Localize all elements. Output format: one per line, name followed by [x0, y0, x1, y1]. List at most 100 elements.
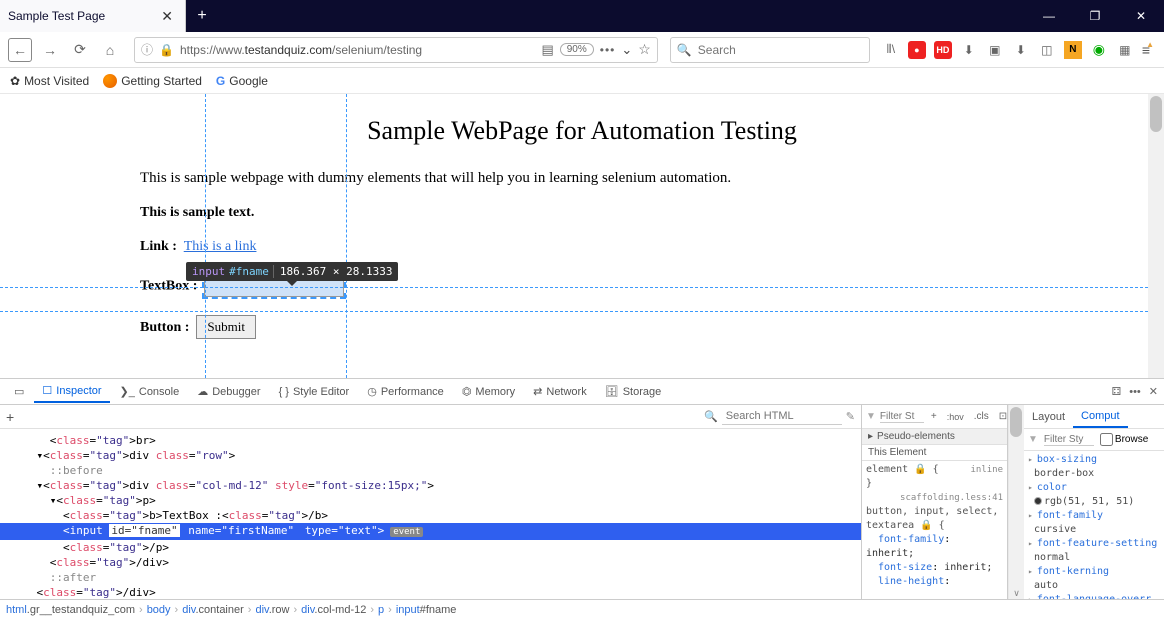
tab-inspector[interactable]: ☐Inspector	[34, 380, 109, 403]
pocket-icon[interactable]: ⌄	[621, 42, 632, 58]
computed-filter-input[interactable]	[1044, 434, 1094, 446]
devtools-more-icon[interactable]: •••	[1129, 386, 1141, 398]
filter-icon: ▼	[1028, 434, 1038, 445]
html-search-input[interactable]	[722, 408, 842, 425]
devtools-close-icon[interactable]: ✕	[1149, 385, 1158, 398]
browser-nav-bar: ← → ⟳ ⌂ ⓘ 🔒 https://www.testandquiz.com/…	[0, 32, 1164, 68]
lock-icon: 🔒	[159, 43, 174, 57]
dashboard-icon[interactable]: ▦	[1116, 41, 1134, 59]
tab-network[interactable]: ⇄Network	[525, 381, 595, 402]
scroll-down-icon[interactable]: ∨	[1009, 588, 1024, 599]
window-controls: — ❐ ✕	[1026, 0, 1164, 32]
bookmark-most-visited[interactable]: ✿ Most Visited	[10, 74, 89, 88]
styles-thumb[interactable]	[1010, 407, 1022, 437]
computed-tab-bar: Layout Comput	[1024, 405, 1164, 429]
inspector-tooltip: input#fname 186.367 × 28.1333	[186, 262, 398, 281]
guide-top	[0, 287, 1148, 288]
page-lead: This is sample webpage with dummy elemen…	[140, 170, 1024, 187]
styles-scrollbar[interactable]: ∧ ∨	[1008, 405, 1024, 599]
html-toolbar: + 🔍 ✎	[0, 405, 861, 429]
devtools-body: + 🔍 ✎ <class="tag">br> ▾<class="tag">div…	[0, 405, 1164, 599]
new-tab-button[interactable]: +	[186, 0, 218, 32]
google-icon: G	[216, 74, 225, 88]
save-page-icon[interactable]: ▣	[986, 41, 1004, 59]
tab-computed[interactable]: Comput	[1073, 406, 1128, 428]
devtools-dock-icon[interactable]: ⚃	[1112, 385, 1122, 398]
dom-breadcrumb[interactable]: html.gr__testandquiz_com›body›div.contai…	[0, 599, 1164, 619]
pseudo-elements-header[interactable]: ▸Pseudo-elements	[862, 429, 1007, 444]
guide-bottom	[0, 311, 1148, 312]
guide-left	[205, 94, 206, 378]
search-input[interactable]	[698, 43, 863, 57]
link-line: Link : This is a link	[140, 239, 1024, 255]
home-button[interactable]: ⌂	[98, 38, 122, 62]
iframe-selector-icon[interactable]: ▭	[6, 381, 32, 402]
sample-link[interactable]: This is a link	[184, 239, 257, 254]
content-scrollbar[interactable]	[1148, 94, 1164, 378]
scrollbar-thumb[interactable]	[1150, 96, 1162, 132]
hov-button[interactable]: :hov	[944, 412, 967, 422]
sample-page: Sample WebPage for Automation Testing Th…	[0, 94, 1164, 367]
bookmark-getting-started[interactable]: Getting Started	[103, 74, 202, 88]
edit-html-icon[interactable]: ✎	[846, 410, 855, 423]
url-text: https://www.testandquiz.com/selenium/tes…	[180, 43, 535, 57]
toolbar-icons: ⦀\ ● HD ⬇ ▣ ⬇ ◫ N ◉ ▦ ≡▲	[876, 41, 1156, 59]
guide-right	[346, 94, 347, 378]
info-icon[interactable]: ⓘ	[141, 41, 153, 58]
styles-panel: ▼ + :hov .cls ⊡ ▸Pseudo-elements This El…	[862, 405, 1008, 599]
sample-text-line: This is sample text.	[140, 205, 1024, 221]
tab-storage[interactable]: 🗄Storage	[597, 381, 670, 402]
html-panel: + 🔍 ✎ <class="tag">br> ▾<class="tag">div…	[0, 405, 862, 599]
computed-props[interactable]: ▸box-sizingborder-box▸colorrgb(51, 51, 5…	[1024, 451, 1164, 599]
zoom-badge[interactable]: 90%	[560, 43, 594, 56]
close-window-button[interactable]: ✕	[1118, 0, 1164, 32]
computed-toolbar: ▼ Browse	[1024, 429, 1164, 451]
forward-button[interactable]: →	[38, 38, 62, 62]
page-actions-icon[interactable]: •••	[600, 43, 616, 57]
back-button[interactable]: ←	[8, 38, 32, 62]
computed-panel: Layout Comput ▼ Browse ▸box-sizingborder…	[1024, 405, 1164, 599]
reader-view-icon[interactable]: ▤	[541, 42, 553, 58]
download-2-icon[interactable]: ⬇	[1012, 41, 1030, 59]
menu-icon[interactable]: ≡▲	[1142, 42, 1150, 58]
url-bar[interactable]: ⓘ 🔒 https://www.testandquiz.com/selenium…	[134, 37, 658, 63]
styles-toolbar: ▼ + :hov .cls ⊡	[862, 405, 1007, 429]
filter-icon: ▼	[866, 411, 876, 422]
close-icon[interactable]: ✕	[157, 8, 177, 25]
addon-n-icon[interactable]: N	[1064, 41, 1082, 59]
css-rules[interactable]: element 🔒 {inline}scaffolding.less:41but…	[862, 461, 1007, 599]
reload-button[interactable]: ⟳	[68, 38, 92, 62]
tab-layout[interactable]: Layout	[1024, 407, 1073, 427]
add-rule-button[interactable]: +	[928, 411, 940, 422]
firefox-icon	[103, 74, 117, 88]
cls-button[interactable]: .cls	[971, 411, 992, 422]
styles-filter-input[interactable]	[880, 411, 924, 423]
bookmark-google[interactable]: G Google	[216, 74, 268, 88]
green-addon-icon[interactable]: ◉	[1090, 41, 1108, 59]
devtools-panel: ▭ ☐Inspector ❯_Console ☁Debugger { }Styl…	[0, 379, 1164, 619]
addon-badge-icon[interactable]: ●	[908, 41, 926, 59]
tab-debugger[interactable]: ☁Debugger	[189, 381, 268, 402]
html-tree[interactable]: <class="tag">br> ▾<class="tag">div class…	[0, 429, 861, 599]
browse-checkbox[interactable]: Browse	[1100, 433, 1148, 446]
new-node-button[interactable]: +	[6, 409, 14, 425]
sidebar-toggle-icon[interactable]: ◫	[1038, 41, 1056, 59]
search-icon: 🔍	[677, 43, 692, 57]
maximize-button[interactable]: ❐	[1072, 0, 1118, 32]
hd-addon-icon[interactable]: HD	[934, 41, 952, 59]
content-area: Sample WebPage for Automation Testing Th…	[0, 94, 1164, 379]
search-box[interactable]: 🔍	[670, 37, 870, 63]
search-icon: 🔍	[704, 410, 718, 423]
tab-console[interactable]: ❯_Console	[112, 381, 188, 402]
library-icon[interactable]: ⦀\	[882, 41, 900, 59]
tab-performance[interactable]: ◷Performance	[359, 381, 452, 402]
tab-style-editor[interactable]: { }Style Editor	[271, 382, 358, 402]
browser-tab[interactable]: Sample Test Page ✕	[0, 0, 186, 32]
download-1-icon[interactable]: ⬇	[960, 41, 978, 59]
tab-title: Sample Test Page	[8, 9, 157, 23]
html-search: 🔍 ✎	[704, 408, 855, 425]
button-line: Button : Submit	[140, 315, 1024, 339]
minimize-button[interactable]: —	[1026, 0, 1072, 32]
tab-memory[interactable]: ⏣Memory	[454, 381, 523, 402]
bookmark-star-icon[interactable]: ☆	[638, 41, 651, 58]
